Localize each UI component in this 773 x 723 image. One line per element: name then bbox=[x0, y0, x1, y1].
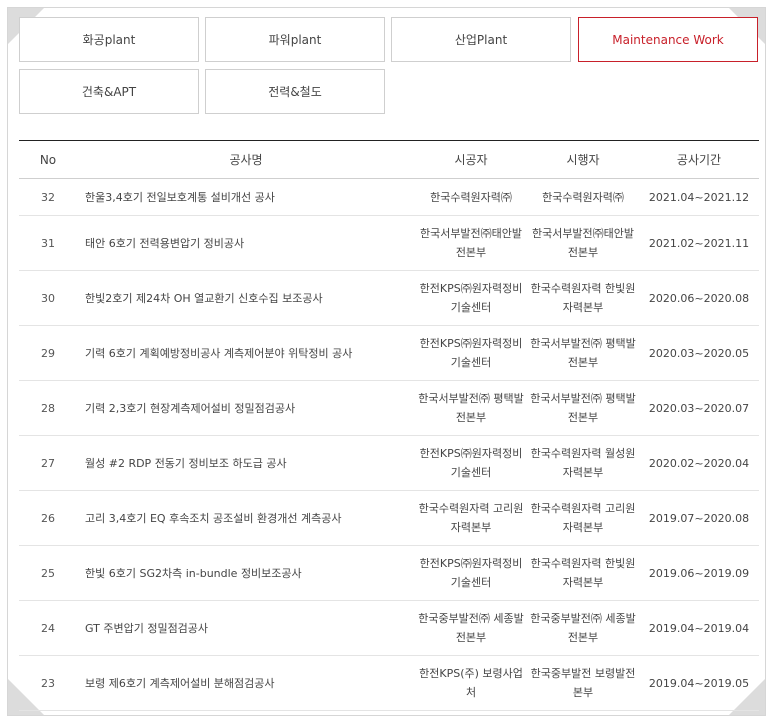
table-row[interactable]: 30 한빛2호기 제24차 OH 열교환기 신호수집 보조공사 한전KPS㈜원자력정… bbox=[19, 271, 759, 326]
project-title-cell: 기력 6호기 계획예방정비공사 계측제어분야 위탁정비 공사 bbox=[85, 346, 353, 360]
period-cell: 2021.02~2021.11 bbox=[648, 236, 750, 250]
row-number-cell: 26 bbox=[41, 511, 55, 525]
table-row[interactable]: 24 GT 주변압기 정밀점검공사 한국중부발전㈜ 세종발전본부 한국중부발전㈜ 세종… bbox=[19, 601, 759, 656]
column-header-contractor: 시공자 bbox=[454, 153, 488, 167]
row-number-cell: 32 bbox=[41, 190, 55, 204]
period-cell: 2019.07~2020.08 bbox=[648, 511, 750, 525]
period-cell: 2020.06~2020.08 bbox=[648, 291, 750, 305]
column-header-title: 공사명 bbox=[229, 153, 263, 167]
contractor-cell: 한국수력원자력 고리원자력본부 bbox=[418, 502, 524, 534]
contractor-cell: 한전KPS㈜원자력정비기술센터 bbox=[419, 282, 523, 314]
period-cell: 2019.04~2019.05 bbox=[648, 676, 750, 690]
project-title-cell: 고리 3,4호기 EQ 후속조치 공조설비 환경개선 계측공사 bbox=[85, 511, 342, 525]
client-cell: 한국수력원자력 한빛원자력본부 bbox=[530, 557, 636, 589]
client-cell: 한국수력원자력 한빛원자력본부 bbox=[530, 282, 636, 314]
period-cell: 2021.04~2021.12 bbox=[648, 190, 750, 204]
client-cell: 한국서부발전㈜ 평택발전본부 bbox=[530, 392, 636, 424]
table-header-row: No 공사명 시공자 시행자 공사기간 bbox=[19, 140, 759, 179]
row-number-cell: 23 bbox=[41, 676, 55, 690]
table-row[interactable]: 32 한울3,4호기 전일보호계통 설비개선 공사 한국수력원자력㈜ 한국수력원자력㈜… bbox=[19, 179, 759, 216]
table-row[interactable]: 26 고리 3,4호기 EQ 후속조치 공조설비 환경개선 계측공사 한국수력원자력… bbox=[19, 491, 759, 546]
column-header-period: 공사기간 bbox=[676, 153, 722, 167]
row-number-cell: 25 bbox=[41, 566, 55, 580]
client-cell: 한국수력원자력 월성원자력본부 bbox=[530, 447, 636, 479]
column-header-client: 시행자 bbox=[566, 153, 600, 167]
contractor-cell: 한국서부발전㈜태안발전본부 bbox=[419, 227, 523, 259]
table-row[interactable]: 25 한빛 6호기 SG2차측 in-bundle 정비보조공사 한전KPS㈜원자력… bbox=[19, 546, 759, 601]
tab-maintenance-work[interactable]: Maintenance Work bbox=[578, 17, 758, 62]
table-row[interactable]: 28 기력 2,3호기 현장계측제어설비 정밀점검공사 한국서부발전㈜ 평택발전본부… bbox=[19, 381, 759, 436]
contractor-cell: 한전KPS㈜원자력정비기술센터 bbox=[419, 447, 523, 479]
tab-power-railway[interactable]: 전력&철도 bbox=[205, 69, 385, 114]
period-cell: 2019.04~2019.04 bbox=[648, 621, 750, 635]
contractor-cell: 한전KPS(주) 보령사업처 bbox=[419, 667, 523, 699]
table-row[interactable]: 29 기력 6호기 계획예방정비공사 계측제어분야 위탁정비 공사 한전KPS㈜원자… bbox=[19, 326, 759, 381]
contractor-cell: 한전KPS㈜원자력정비기술센터 bbox=[419, 557, 523, 589]
row-number-cell: 28 bbox=[41, 401, 55, 415]
row-number-cell: 24 bbox=[41, 621, 55, 635]
row-number-cell: 27 bbox=[41, 456, 55, 470]
tab-industrial-plant[interactable]: 산업Plant bbox=[391, 17, 571, 62]
project-title-cell: GT 주변압기 정밀점검공사 bbox=[85, 621, 209, 635]
contractor-cell: 한국중부발전㈜ 세종발전본부 bbox=[418, 612, 524, 644]
period-cell: 2020.02~2020.04 bbox=[648, 456, 750, 470]
client-cell: 한국서부발전㈜ 평택발전본부 bbox=[530, 337, 636, 369]
client-cell: 한국수력원자력㈜ bbox=[542, 190, 624, 204]
tab-building-apt[interactable]: 건축&APT bbox=[19, 69, 199, 114]
project-title-cell: 한빛 6호기 SG2차측 in-bundle 정비보조공사 bbox=[85, 566, 302, 580]
project-title-cell: 한울3,4호기 전일보호계통 설비개선 공사 bbox=[85, 190, 275, 204]
tab-power-plant[interactable]: 파워plant bbox=[205, 17, 385, 62]
project-table: No 공사명 시공자 시행자 공사기간 32 한울3,4호기 전일보호계통 설비개… bbox=[19, 140, 759, 711]
project-title-cell: 한빛2호기 제24차 OH 열교환기 신호수집 보조공사 bbox=[85, 291, 323, 305]
client-cell: 한국중부발전 보령발전본부 bbox=[530, 667, 636, 699]
column-header-no: No bbox=[39, 152, 57, 167]
client-cell: 한국수력원자력 고리원자력본부 bbox=[530, 502, 636, 534]
period-cell: 2020.03~2020.07 bbox=[648, 401, 750, 415]
contractor-cell: 한국수력원자력㈜ bbox=[430, 190, 512, 204]
client-cell: 한국중부발전㈜ 세종발전본부 bbox=[530, 612, 636, 644]
tab-chemical-plant[interactable]: 화공plant bbox=[19, 17, 199, 62]
contractor-cell: 한국서부발전㈜ 평택발전본부 bbox=[418, 392, 524, 424]
project-title-cell: 태안 6호기 전력용변압기 정비공사 bbox=[85, 236, 245, 250]
table-row[interactable]: 23 보령 제6호기 계측제어설비 분해점검공사 한전KPS(주) 보령사업처 한국중… bbox=[19, 656, 759, 711]
table-row[interactable]: 31 태안 6호기 전력용변압기 정비공사 한국서부발전㈜태안발전본부 한국서부발전㈜… bbox=[19, 216, 759, 271]
table-row[interactable]: 27 월성 #2 RDP 전동기 정비보조 하도급 공사 한전KPS㈜원자력정비기술… bbox=[19, 436, 759, 491]
project-title-cell: 기력 2,3호기 현장계측제어설비 정밀점검공사 bbox=[85, 401, 296, 415]
period-cell: 2020.03~2020.05 bbox=[648, 346, 750, 360]
project-title-cell: 보령 제6호기 계측제어설비 분해점검공사 bbox=[85, 676, 275, 690]
row-number-cell: 31 bbox=[41, 236, 55, 250]
row-number-cell: 30 bbox=[41, 291, 55, 305]
client-cell: 한국서부발전㈜태안발전본부 bbox=[531, 227, 635, 259]
period-cell: 2019.06~2019.09 bbox=[648, 566, 750, 580]
contractor-cell: 한전KPS㈜원자력정비기술센터 bbox=[419, 337, 523, 369]
project-title-cell: 월성 #2 RDP 전동기 정비보조 하도급 공사 bbox=[85, 456, 287, 470]
row-number-cell: 29 bbox=[41, 346, 55, 360]
